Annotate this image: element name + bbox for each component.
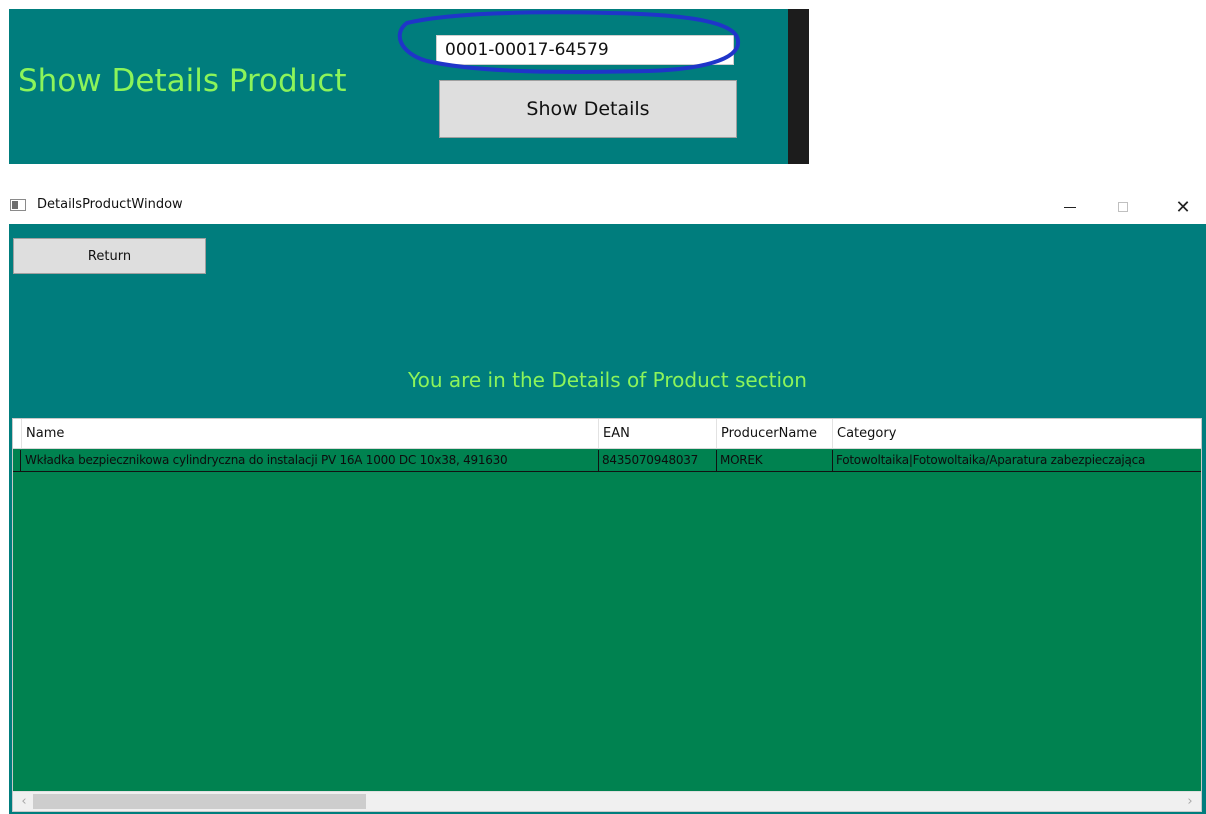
maximize-button[interactable] [1100,190,1146,224]
close-button[interactable]: ✕ [1160,190,1206,224]
grid-header: Name EAN ProducerName Category [13,419,1201,449]
maximize-icon [1118,202,1128,212]
window-content: Return You are in the Details of Product… [9,224,1206,814]
table-row[interactable]: Wkładka bezpiecznikowa cylindryczna do i… [13,450,1201,472]
return-button[interactable]: Return [13,238,206,274]
product-code-input[interactable] [436,35,734,65]
column-header-ean[interactable]: EAN [599,419,717,448]
show-details-button[interactable]: Show Details [439,80,737,138]
chevron-left-icon[interactable]: ‹ [15,792,33,811]
close-icon: ✕ [1175,196,1191,218]
cell-name[interactable]: Wkładka bezpiecznikowa cylindryczna do i… [22,450,599,471]
column-header-producer[interactable]: ProducerName [717,419,833,448]
window-edge [788,9,809,164]
row-header[interactable] [13,450,21,471]
show-details-panel: Show Details Product Show Details [9,9,809,164]
window-titlebar: DetailsProductWindow ✕ [0,190,1206,224]
scrollbar-thumb[interactable] [33,794,366,809]
window-title: DetailsProductWindow [37,197,183,212]
row-header-corner [13,419,22,448]
column-header-name[interactable]: Name [22,419,599,448]
product-data-grid[interactable]: Name EAN ProducerName Category Wkładka b… [12,418,1202,812]
panel-title: Show Details Product [18,63,347,99]
column-header-category[interactable]: Category [833,419,1201,448]
app-window-icon [10,199,26,211]
horizontal-scrollbar[interactable]: ‹ › [13,791,1201,811]
minimize-icon [1064,206,1076,208]
minimize-button[interactable] [1047,190,1093,224]
section-heading: You are in the Details of Product sectio… [408,368,807,392]
cell-category[interactable]: Fotowoltaika|Fotowoltaika/Aparatura zabe… [833,450,1201,471]
cell-ean[interactable]: 8435070948037 [599,450,717,471]
cell-producer[interactable]: MOREK [717,450,833,471]
chevron-right-icon[interactable]: › [1181,792,1199,811]
